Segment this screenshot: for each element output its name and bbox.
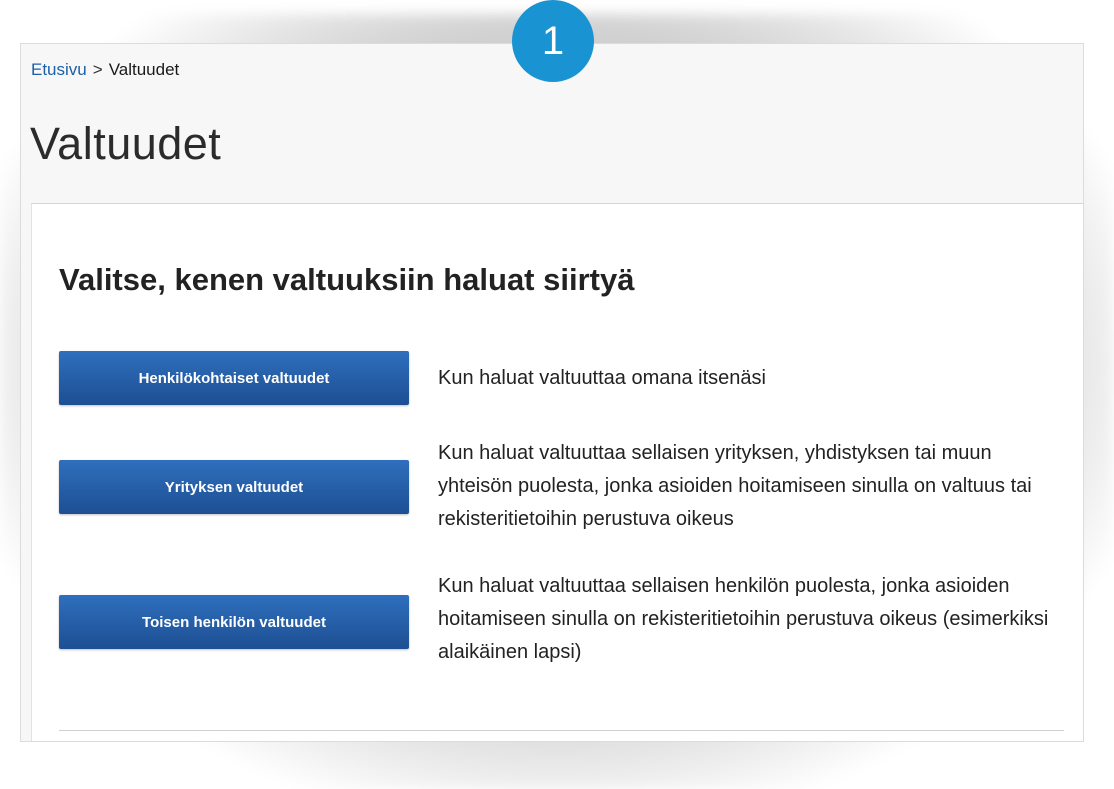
page-title: Valtuudet	[30, 118, 222, 169]
breadcrumb-separator: >	[92, 60, 103, 79]
personal-authorizations-description: Kun haluat valtuuttaa omana itsenäsi	[438, 367, 766, 389]
step-number-badge: 1	[512, 0, 594, 82]
personal-authorizations-button[interactable]: Henkilökohtaiset valtuudet	[59, 351, 409, 405]
breadcrumb-home-link[interactable]: Etusivu	[31, 60, 87, 79]
card-heading: Valitse, kenen valtuuksiin haluat siirty…	[59, 262, 635, 297]
card-divider	[59, 730, 1064, 731]
selection-card: Valitse, kenen valtuuksiin haluat siirty…	[31, 203, 1083, 741]
page-panel: Etusivu > Valtuudet Valtuudet Valitse, ken…	[21, 44, 1083, 741]
breadcrumb-current: Valtuudet	[108, 60, 180, 79]
company-authorizations-button[interactable]: Yrityksen valtuudet	[59, 460, 409, 514]
other-person-authorizations-button[interactable]: Toisen henkilön valtuudet	[59, 595, 409, 649]
company-authorizations-description: Kun haluat valtuuttaa sellaisen yritykse…	[438, 442, 1032, 530]
other-person-authorizations-description: Kun haluat valtuuttaa sellaisen henkilön…	[438, 575, 1049, 663]
breadcrumb: Etusivu > Valtuudet	[31, 60, 179, 80]
